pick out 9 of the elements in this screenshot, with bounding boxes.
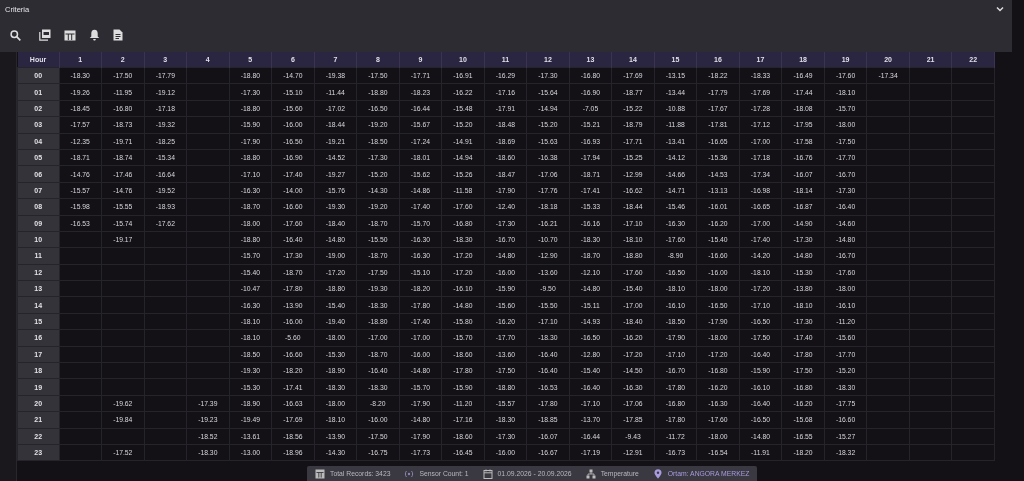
image-stack-icon[interactable] <box>39 29 51 41</box>
hierarchy-icon <box>585 468 596 479</box>
bell-icon[interactable] <box>89 29 100 41</box>
calendar-icon <box>482 468 493 479</box>
search-icon[interactable] <box>10 29 21 41</box>
chevron-down-icon[interactable] <box>996 6 1004 12</box>
table-icon[interactable] <box>64 29 76 41</box>
document-icon[interactable] <box>113 29 123 41</box>
signal-icon <box>404 468 415 479</box>
